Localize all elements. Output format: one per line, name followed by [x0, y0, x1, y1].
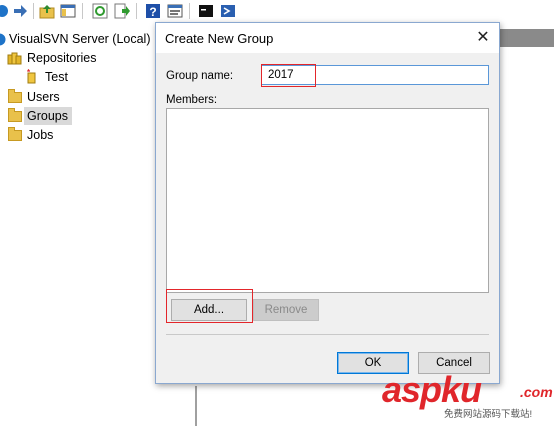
tree-item-jobs[interactable]: Jobs — [0, 126, 152, 144]
forward-arrow-icon[interactable] — [12, 3, 28, 19]
console-icon[interactable] — [198, 3, 214, 19]
watermark-tagline: 免费网站源码下载站! — [444, 409, 533, 420]
show-hide-tree-icon[interactable] — [60, 3, 76, 19]
back-arrow-icon[interactable] — [0, 3, 10, 19]
properties-icon[interactable] — [167, 3, 183, 19]
folder-icon — [8, 108, 22, 122]
members-list[interactable] — [166, 108, 489, 293]
tree-item-users[interactable]: Users — [0, 88, 152, 106]
folder-icon — [8, 89, 22, 103]
refresh-icon[interactable] — [92, 3, 108, 19]
tree-jobs-label: Jobs — [27, 128, 54, 142]
toolbar-separator — [33, 3, 34, 19]
server-icon — [0, 33, 6, 46]
svg-text:?: ? — [149, 5, 156, 19]
tree-item-repositories[interactable]: Repositories — [0, 49, 152, 67]
repository-icon: * — [27, 69, 36, 84]
dialog-separator — [166, 334, 489, 335]
repositories-icon — [7, 52, 22, 65]
toolbar: ? — [0, 0, 554, 22]
tree-root-label: VisualSVN Server (Local) — [9, 32, 151, 46]
create-group-dialog: Create New Group ✕ Group name: 2017 Memb… — [155, 22, 500, 384]
tree-item-groups[interactable]: Groups — [0, 107, 152, 125]
powershell-icon[interactable] — [220, 3, 236, 19]
export-list-icon[interactable] — [114, 3, 130, 19]
tree-item-repo-test[interactable]: * Test — [0, 68, 152, 86]
tree-groups-label: Groups — [27, 109, 68, 123]
add-button[interactable]: Add... — [171, 299, 247, 321]
toolbar-separator — [189, 3, 190, 19]
watermark-logo-suffix: .com — [520, 384, 553, 400]
group-name-input[interactable]: 2017 — [261, 65, 489, 85]
folder-icon — [8, 127, 22, 141]
tree-repo-test-label: Test — [45, 70, 68, 84]
remove-button[interactable]: Remove — [253, 299, 319, 321]
tree-repositories-label: Repositories — [27, 51, 97, 65]
close-icon[interactable]: ✕ — [473, 28, 493, 48]
group-name-label: Group name: — [166, 70, 234, 82]
tree-root-server[interactable]: VisualSVN Server (Local) — [0, 30, 152, 48]
watermark-logo: aspku — [382, 369, 482, 410]
toolbar-separator — [82, 3, 83, 19]
toolbar-separator — [136, 3, 137, 19]
up-folder-icon[interactable] — [39, 3, 55, 19]
dialog-titlebar[interactable]: Create New Group ✕ — [156, 23, 499, 53]
tree-users-label: Users — [27, 90, 60, 104]
dialog-title: Create New Group — [165, 31, 274, 46]
pane-divider — [195, 386, 197, 426]
help-icon[interactable]: ? — [145, 3, 161, 19]
console-tree: VisualSVN Server (Local) Repositories * … — [0, 28, 152, 426]
watermark: aspku .com 免费网站源码下载站! — [382, 370, 554, 426]
members-label: Members: — [166, 94, 218, 106]
